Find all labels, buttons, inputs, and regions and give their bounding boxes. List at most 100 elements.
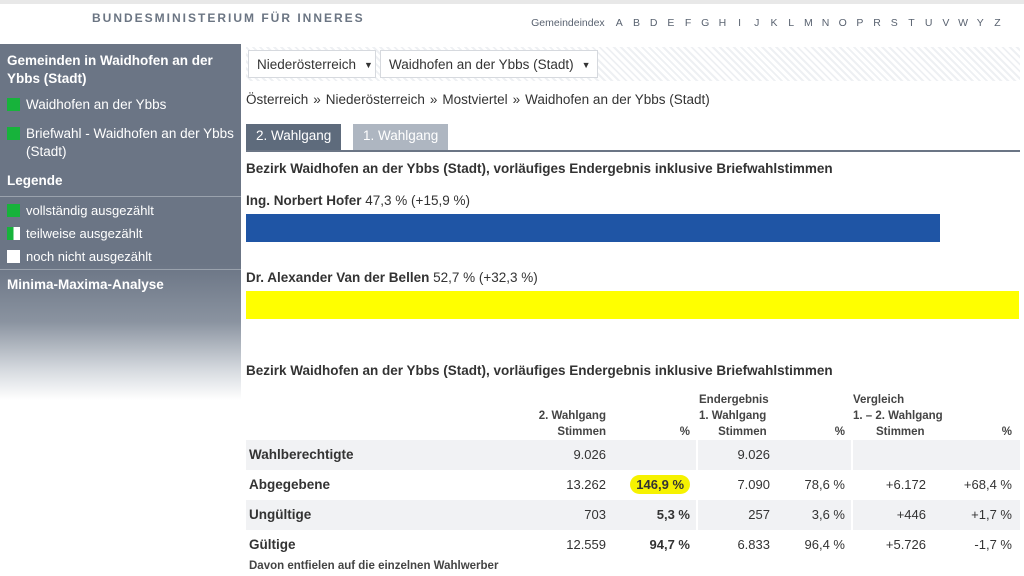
- cell-p1: 96,4 %: [805, 530, 845, 560]
- index-letter-s[interactable]: S: [886, 17, 903, 29]
- sidebar: Gemeinden in Waidhofen an der Ybbs (Stad…: [0, 44, 241, 400]
- index-letter-n[interactable]: N: [817, 17, 834, 29]
- cell-value: +6.172: [885, 477, 926, 492]
- index-letter-p[interactable]: P: [851, 17, 868, 29]
- table-heading: Bezirk Waidhofen an der Ybbs (Stadt), vo…: [246, 363, 833, 378]
- breadcrumb-austria[interactable]: Österreich: [246, 92, 308, 107]
- cell-v1: 257: [748, 500, 770, 530]
- index-letter-i[interactable]: I: [731, 17, 748, 29]
- cell-v2: 703: [584, 500, 606, 530]
- header-line: 1. Wahlgang: [699, 410, 767, 422]
- state-select-value: Niederösterreich: [257, 57, 357, 72]
- cell-v2: 13.262: [566, 470, 606, 500]
- highlighted-value: 146,9 %: [630, 475, 690, 494]
- sidebar-item-label: Briefwahl - Waidhofen an der Ybbs (Stadt…: [26, 126, 234, 159]
- index-letter-z[interactable]: Z: [989, 17, 1006, 29]
- index-letter-k[interactable]: K: [765, 17, 782, 29]
- index-letter-h[interactable]: H: [714, 17, 731, 29]
- header-top-strip: [0, 0, 1024, 4]
- cell-value: 13.262: [566, 477, 606, 492]
- breadcrumb-separator: »: [313, 92, 321, 107]
- candidate-percent: 47,3 % (+15,9 %): [365, 193, 470, 208]
- dropdown-arrow-icon: ▼: [364, 60, 373, 70]
- cell-dv: +5.726: [886, 530, 926, 560]
- cell-p2: 146,9 %: [630, 470, 690, 500]
- index-letter-b[interactable]: B: [628, 17, 645, 29]
- legend-not-counted: noch nicht ausgezählt: [0, 246, 241, 269]
- table-row: Gültige 12.559 94,7 % 6.833 96,4 % +5.726 -1,7…: [246, 530, 1020, 560]
- minima-maxima-link[interactable]: Minima-Maxima-Analyse: [0, 269, 241, 300]
- state-select[interactable]: Niederösterreich ▼: [248, 50, 376, 78]
- breadcrumb-current: Waidhofen an der Ybbs (Stadt): [525, 92, 710, 107]
- index-letter-v[interactable]: V: [937, 17, 954, 29]
- column-divider: [696, 440, 698, 470]
- index-letter-j[interactable]: J: [748, 17, 765, 29]
- index-letter-w[interactable]: W: [954, 17, 971, 29]
- cell-value: +1,7 %: [971, 507, 1012, 522]
- district-select[interactable]: Waidhofen an der Ybbs (Stadt) ▼: [380, 50, 598, 78]
- cell-value: +5.726: [885, 537, 926, 552]
- index-letter-d[interactable]: D: [645, 17, 662, 29]
- index-letter-g[interactable]: G: [697, 17, 714, 29]
- header-line: 1. – 2. Wahlgang: [853, 410, 943, 422]
- candidate-name: Dr. Alexander Van der Bellen: [246, 270, 430, 285]
- cell-value: 96,4 %: [804, 537, 845, 552]
- cell-value: 5,3 %: [656, 507, 690, 522]
- index-letter-r[interactable]: R: [869, 17, 886, 29]
- municipality-index-label[interactable]: Gemeindeindex: [531, 17, 605, 29]
- status-complete-icon: [7, 204, 20, 217]
- index-letter-t[interactable]: T: [903, 17, 920, 29]
- cell-value: 3,6 %: [811, 507, 845, 522]
- index-letter-l[interactable]: L: [783, 17, 800, 29]
- index-letter-a[interactable]: A: [611, 17, 628, 29]
- cell-value: 703: [584, 507, 606, 522]
- header-line: 2. Wahlgang: [538, 410, 606, 422]
- cell-v1: 9.026: [737, 440, 770, 470]
- column-divider: [851, 440, 853, 470]
- round-tabs: 2. Wahlgang 1. Wahlgang: [246, 124, 1020, 152]
- legend-label: teilweise ausgezählt: [26, 226, 143, 241]
- legend-complete: vollständig ausgezählt: [0, 196, 241, 223]
- ministry-title: BUNDESMINISTERIUM FÜR INNERES: [92, 11, 365, 25]
- index-letter-y[interactable]: Y: [972, 17, 989, 29]
- column-divider: [696, 470, 698, 500]
- region-select-bar: Niederösterreich ▼ Waidhofen an der Ybbs …: [246, 47, 1020, 81]
- header-line: Stimmen: [718, 426, 767, 438]
- row-label: Wahlberechtigte: [249, 447, 354, 462]
- index-letter-u[interactable]: U: [920, 17, 937, 29]
- col-g1-pct-header: %: [834, 426, 845, 438]
- legend-partial: teilweise ausgezählt: [0, 223, 241, 246]
- index-letters: ABDEFGHIJKLMNOPRSTUVWYZ: [611, 17, 1006, 29]
- column-divider: [696, 500, 698, 530]
- header-line: Vergleich: [853, 394, 905, 406]
- candidate-vdb-label: Dr. Alexander Van der Bellen 52,7 % (+32…: [246, 270, 538, 285]
- candidate-hofer-bar: [246, 214, 940, 242]
- sidebar-item-waidhofen[interactable]: Waidhofen an der Ybbs: [0, 94, 241, 119]
- index-letter-o[interactable]: O: [834, 17, 851, 29]
- index-letter-m[interactable]: M: [800, 17, 817, 29]
- tab-second-round[interactable]: 2. Wahlgang: [246, 124, 342, 150]
- candidate-name: Ing. Norbert Hofer: [246, 193, 362, 208]
- cell-dp: +68,4 %: [964, 470, 1012, 500]
- index-letter-e[interactable]: E: [662, 17, 679, 29]
- tab-first-round[interactable]: 1. Wahlgang: [353, 124, 449, 150]
- breadcrumb-lower-austria[interactable]: Niederösterreich: [326, 92, 425, 107]
- cell-dv: +6.172: [886, 470, 926, 500]
- cell-p1: 3,6 %: [812, 500, 845, 530]
- cell-value: +446: [896, 507, 926, 522]
- index-letter-f[interactable]: F: [679, 17, 696, 29]
- cell-dv: +446: [897, 500, 926, 530]
- sidebar-item-briefwahl[interactable]: Briefwahl - Waidhofen an der Ybbs (Stadt…: [0, 119, 241, 166]
- col-compare-pct-header: %: [1001, 426, 1012, 438]
- cell-value: 257: [748, 507, 770, 522]
- col-compare-header: Vergleich 1. – 2. Wahlgang Stimmen: [853, 392, 943, 440]
- col-g2-pct-header: %: [679, 426, 690, 438]
- status-complete-icon: [7, 127, 20, 140]
- breadcrumb-mostviertel[interactable]: Mostviertel: [442, 92, 507, 107]
- cell-dp: -1,7 %: [974, 530, 1012, 560]
- table-row: Ungültige 703 5,3 % 257 3,6 % +446 +1,7 %: [246, 500, 1020, 530]
- status-complete-icon: [7, 98, 20, 111]
- cell-value: 9.026: [737, 447, 770, 462]
- row-label: Ungültige: [249, 507, 312, 522]
- table-row: Wahlberechtigte 9.026 9.026: [246, 440, 1020, 470]
